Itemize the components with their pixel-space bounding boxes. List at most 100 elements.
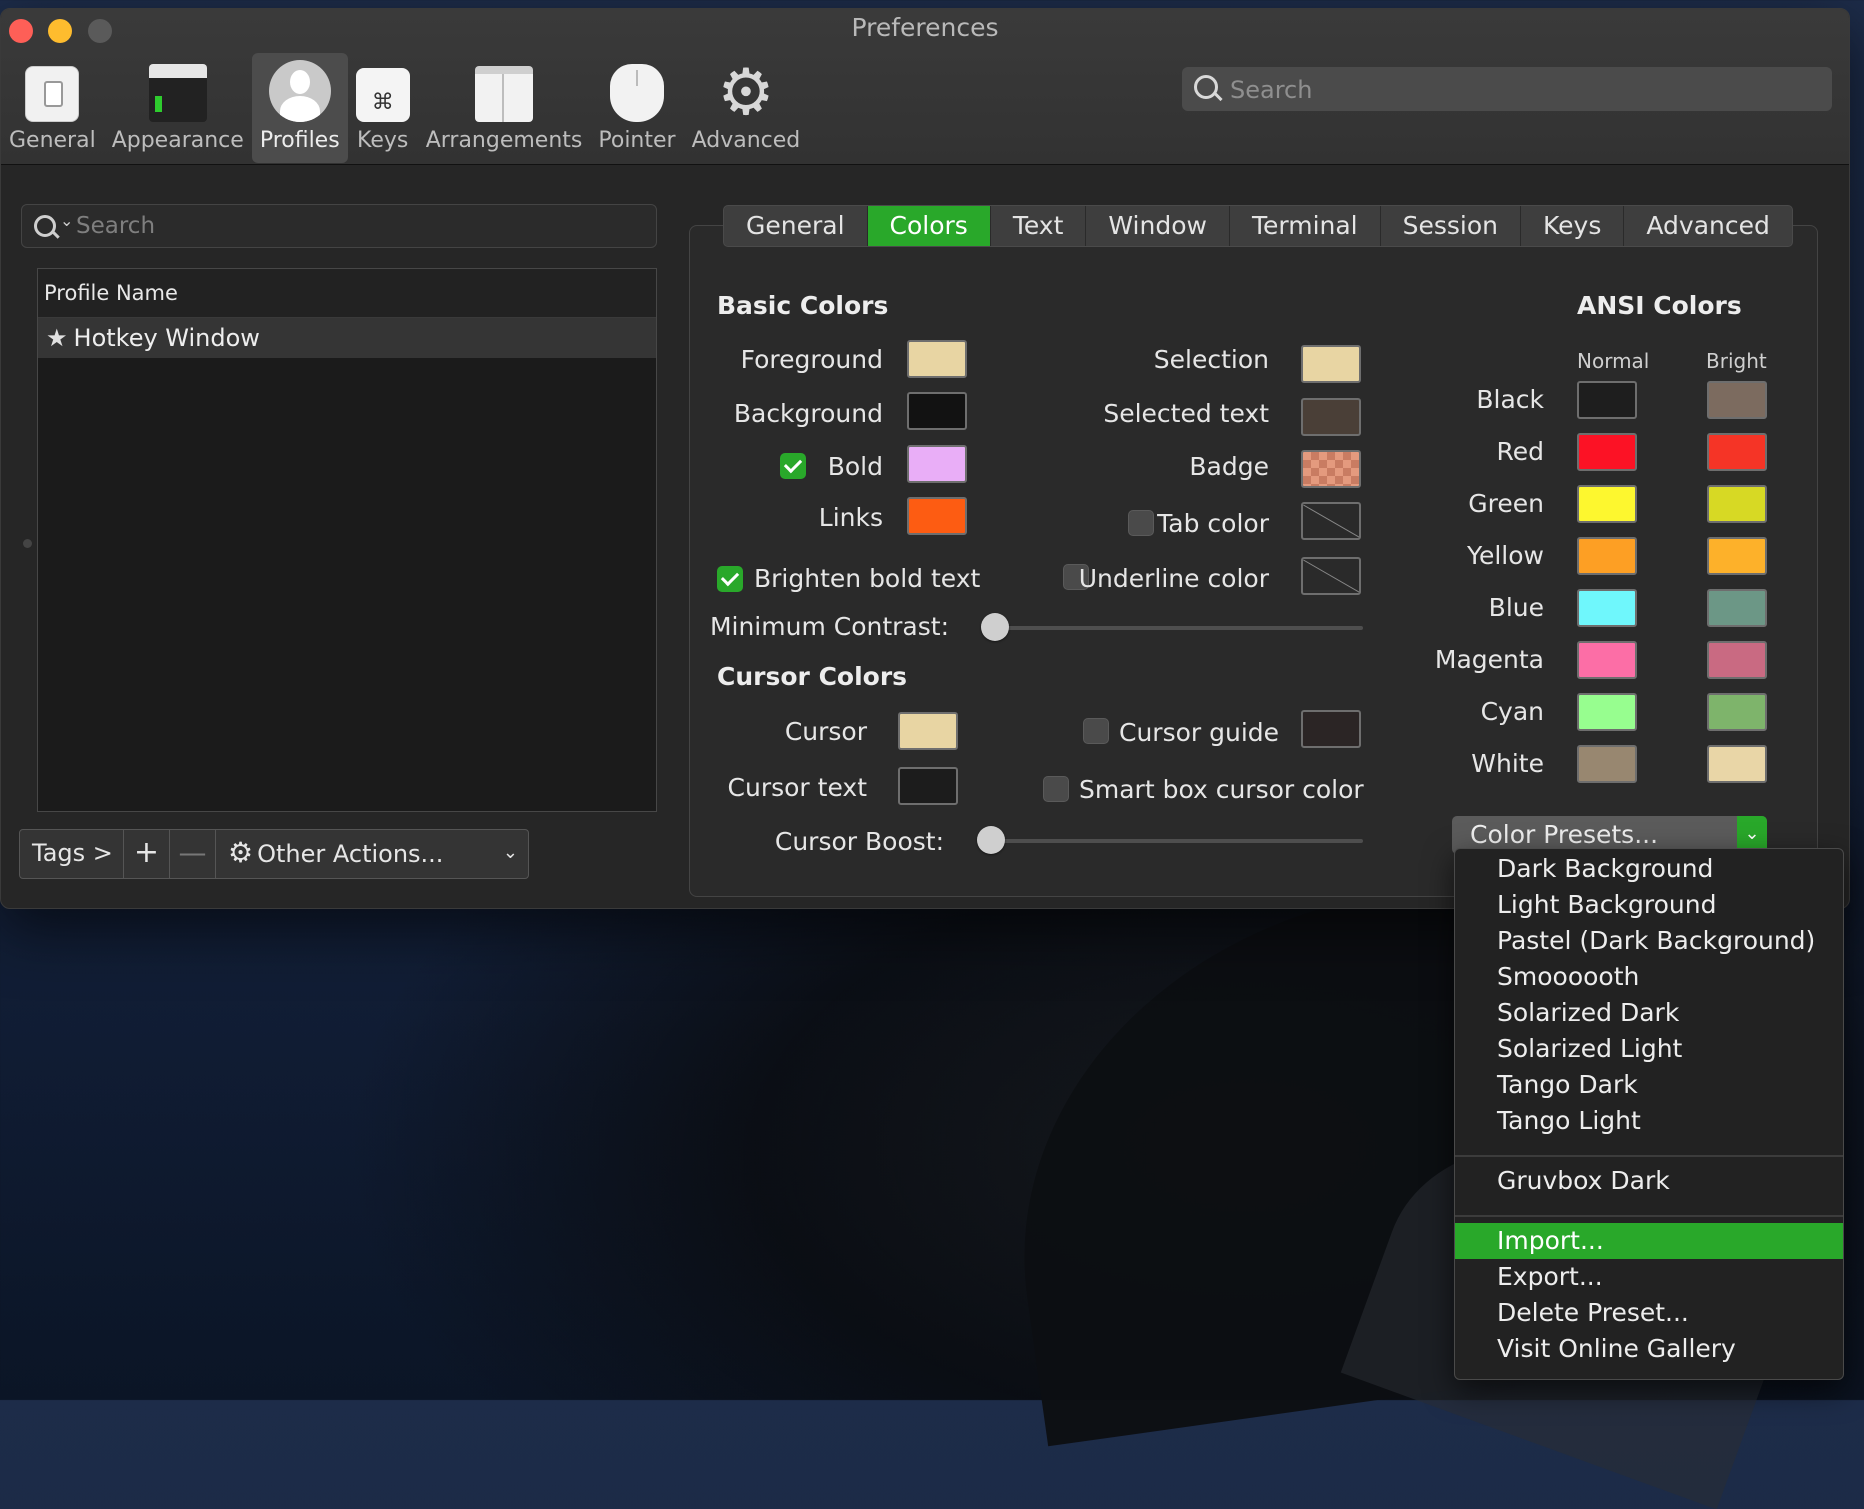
ansi-bright-green-swatch[interactable] <box>1707 485 1767 523</box>
smart-box-cursor-checkbox[interactable] <box>1043 776 1069 802</box>
ansi-bright-cyan-swatch[interactable] <box>1707 693 1767 731</box>
ansi-normal-red-swatch[interactable] <box>1577 433 1637 471</box>
menu-item-pastel-dark-background[interactable]: Pastel (Dark Background) <box>1455 923 1843 959</box>
cursor-guide-checkbox[interactable] <box>1083 718 1109 744</box>
toolbar-appearance[interactable]: Appearance <box>104 53 252 163</box>
cursor-boost-track[interactable] <box>977 839 1363 843</box>
foreground-swatch[interactable] <box>907 340 967 378</box>
ansi-bright-black-swatch[interactable] <box>1707 381 1767 419</box>
ansi-normal-blue-swatch[interactable] <box>1577 589 1637 627</box>
menu-item-light-background[interactable]: Light Background <box>1455 887 1843 923</box>
cursor-swatch[interactable] <box>898 712 958 750</box>
tab-colors[interactable]: Colors <box>867 206 991 246</box>
tab-window[interactable]: Window <box>1086 206 1230 246</box>
profile-row[interactable]: ★ Hotkey Window <box>38 318 656 358</box>
toolbar-advanced[interactable]: ⚙ Advanced <box>684 53 809 163</box>
star-icon: ★ <box>46 324 68 352</box>
menu-separator <box>1455 1155 1843 1157</box>
menu-item-solarized-light[interactable]: Solarized Light <box>1455 1031 1843 1067</box>
menu-item-import[interactable]: Import... <box>1455 1223 1843 1259</box>
tab-session[interactable]: Session <box>1381 206 1522 246</box>
search-icon <box>34 215 56 237</box>
ansi-bright-blue-swatch[interactable] <box>1707 589 1767 627</box>
tab-advanced[interactable]: Advanced <box>1624 206 1792 246</box>
tab-terminal[interactable]: Terminal <box>1230 206 1381 246</box>
tab-color-checkbox[interactable] <box>1128 510 1154 536</box>
toolbar-keys[interactable]: ⌘ Keys <box>348 53 418 163</box>
ansi-normal-magenta-swatch[interactable] <box>1577 641 1637 679</box>
menu-item-solarized-dark[interactable]: Solarized Dark <box>1455 995 1843 1031</box>
brighten-bold-label: Brighten bold text <box>754 564 981 593</box>
ansi-normal-cyan-swatch[interactable] <box>1577 693 1637 731</box>
toolbar-label: General <box>9 128 96 153</box>
tab-color-swatch[interactable] <box>1301 502 1361 540</box>
toolbar-label: Arrangements <box>425 128 583 153</box>
selected-text-label: Selected text <box>1103 399 1269 428</box>
toolbar-general[interactable]: General <box>1 53 104 163</box>
ansi-normal-green-swatch[interactable] <box>1577 485 1637 523</box>
ansi-bright-header: Bright <box>1706 349 1767 373</box>
cursor-guide-label: Cursor guide <box>1119 718 1280 747</box>
ansi-label-green: Green <box>1468 489 1544 518</box>
ansi-bright-magenta-swatch[interactable] <box>1707 641 1767 679</box>
menu-item-dark-background[interactable]: Dark Background <box>1455 851 1843 887</box>
split-handle[interactable] <box>23 539 32 548</box>
profile-search: ⌄ <box>21 204 657 248</box>
other-actions-button[interactable]: ⚙ Other Actions... ⌄ <box>216 830 528 878</box>
selected-text-swatch[interactable] <box>1301 398 1361 436</box>
ansi-label-black: Black <box>1476 385 1544 414</box>
ansi-normal-yellow-swatch[interactable] <box>1577 537 1637 575</box>
other-actions-label: Other Actions... <box>257 840 444 868</box>
toolbar-pointer[interactable]: Pointer <box>590 53 683 163</box>
chevron-down-icon[interactable]: ⌄ <box>60 211 73 230</box>
toolbar-label: Keys <box>357 128 409 153</box>
window-title: Preferences <box>851 13 999 42</box>
bold-swatch[interactable] <box>907 445 967 483</box>
profile-name: Hotkey Window <box>73 324 260 352</box>
profile-search-input[interactable] <box>74 208 638 244</box>
toolbar-label: Profiles <box>259 128 340 153</box>
background-swatch[interactable] <box>907 392 967 430</box>
menu-item-export[interactable]: Export... <box>1455 1259 1843 1295</box>
menu-item-tango-dark[interactable]: Tango Dark <box>1455 1067 1843 1103</box>
minimum-contrast-slider[interactable] <box>981 613 1009 641</box>
ansi-normal-white-swatch[interactable] <box>1577 745 1637 783</box>
cursor-boost-slider[interactable] <box>977 826 1005 854</box>
menu-item-tango-light[interactable]: Tango Light <box>1455 1103 1843 1139</box>
underline-color-swatch[interactable] <box>1301 557 1361 595</box>
brighten-bold-checkbox[interactable] <box>717 566 743 592</box>
cursor-text-swatch[interactable] <box>898 767 958 805</box>
gear-icon: ⚙ <box>228 836 254 869</box>
tab-general[interactable]: General <box>724 206 868 246</box>
profile-name-header[interactable]: Profile Name <box>38 269 656 318</box>
preferences-search-input[interactable] <box>1228 71 1822 109</box>
tab-color-label: Tab color <box>1157 509 1269 538</box>
menu-item-smoooooth[interactable]: Smoooooth <box>1455 959 1843 995</box>
selection-swatch[interactable] <box>1301 345 1361 383</box>
smart-box-cursor-label: Smart box cursor color <box>1079 775 1364 804</box>
menu-item-gruvbox-dark[interactable]: Gruvbox Dark <box>1455 1163 1843 1199</box>
ansi-label-blue: Blue <box>1488 593 1544 622</box>
tab-keys[interactable]: Keys <box>1521 206 1625 246</box>
badge-swatch[interactable] <box>1301 450 1361 488</box>
minimum-contrast-track[interactable] <box>981 626 1363 630</box>
toolbar-arrangements[interactable]: Arrangements <box>418 53 591 163</box>
tab-text[interactable]: Text <box>991 206 1087 246</box>
appearance-icon <box>148 64 207 122</box>
cursor-label: Cursor <box>784 717 867 746</box>
add-profile-button[interactable]: + <box>124 830 170 878</box>
menu-item-visit-online-gallery[interactable]: Visit Online Gallery <box>1455 1331 1843 1367</box>
cursor-guide-swatch[interactable] <box>1301 710 1361 748</box>
ansi-bright-yellow-swatch[interactable] <box>1707 537 1767 575</box>
menu-item-delete-preset[interactable]: Delete Preset... <box>1455 1295 1843 1331</box>
remove-profile-button[interactable]: — <box>170 830 216 878</box>
links-swatch[interactable] <box>907 497 967 535</box>
ansi-bright-red-swatch[interactable] <box>1707 433 1767 471</box>
profile-actions-bar: Tags > + — ⚙ Other Actions... ⌄ <box>19 829 529 879</box>
ansi-bright-white-swatch[interactable] <box>1707 745 1767 783</box>
tags-button[interactable]: Tags > <box>20 830 124 878</box>
cursor-text-label: Cursor text <box>727 773 867 802</box>
ansi-normal-black-swatch[interactable] <box>1577 381 1637 419</box>
bold-checkbox[interactable] <box>780 453 806 479</box>
toolbar-profiles[interactable]: Profiles <box>251 53 348 163</box>
